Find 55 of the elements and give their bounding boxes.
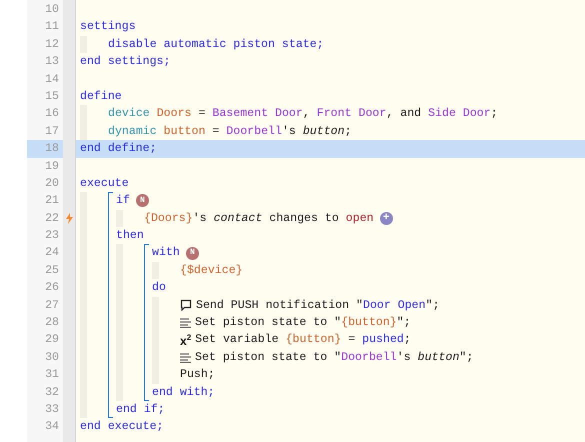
code-text: do	[152, 280, 166, 296]
text-lines-icon	[180, 318, 191, 328]
line-number: 31	[44, 367, 60, 384]
code-text: Push;	[180, 367, 215, 384]
code-text: end if;	[116, 402, 165, 418]
line-number: 34	[44, 419, 60, 436]
line-number: 32	[44, 384, 60, 401]
code-text: with	[152, 245, 180, 262]
code-text: then	[116, 228, 144, 244]
line-number: 18	[27, 140, 63, 158]
code-text: dynamic button = Doorbell's button;	[108, 124, 352, 140]
line-number: 24	[44, 245, 60, 262]
line-number: 14	[44, 72, 60, 88]
line-number: 21	[44, 193, 60, 210]
code-text: disable automatic piston state;	[108, 36, 324, 53]
line-number: 12	[44, 36, 60, 53]
line-number: 16	[44, 106, 60, 122]
line-number: 10	[44, 2, 60, 18]
line-number: 33	[44, 402, 60, 418]
variable-icon: x$^{2}$	[180, 329, 192, 351]
line-number: 17	[44, 124, 60, 140]
code-text: execute	[80, 176, 129, 192]
code-text: define	[80, 88, 122, 105]
code-text: device Doors = Basement Door, Front Door, and Side Door;	[108, 106, 498, 122]
code-text: end with;	[152, 384, 215, 401]
line-number: 25	[44, 262, 60, 279]
line-number: 19	[44, 158, 60, 175]
code-text: {Doors}'s contact changes to open	[144, 210, 374, 227]
text-lines-icon	[180, 352, 191, 362]
code-text: end define;	[80, 141, 157, 158]
line-number: 22	[44, 210, 60, 227]
badge[interactable]: N	[186, 246, 199, 260]
code-text: Set piston state to "{button}";	[195, 315, 411, 332]
line-number: 27	[44, 298, 60, 314]
line-number: 13	[44, 54, 60, 70]
line-number: 15	[44, 88, 60, 105]
speech-bubble-icon	[180, 299, 192, 312]
line-number: 26	[44, 280, 60, 296]
code-text: Set variable {button} = pushed;	[195, 332, 411, 348]
code-text: {$device}	[180, 262, 243, 279]
code-text: end execute;	[80, 419, 164, 436]
lightning-icon	[66, 212, 72, 224]
badge[interactable]: N	[136, 194, 149, 208]
code-text: settings	[80, 19, 136, 36]
add-button[interactable]: +	[380, 212, 393, 225]
code-text: if	[116, 193, 130, 210]
line-number: 30	[44, 350, 60, 366]
line-number: 28	[44, 315, 60, 332]
line-number: 11	[44, 19, 60, 36]
line-number: 23	[44, 228, 60, 244]
line-number: 29	[44, 332, 60, 348]
code-text: end settings;	[80, 54, 170, 70]
line-number: 20	[44, 176, 60, 192]
code-text: Send PUSH notification "Door Open";	[196, 298, 440, 314]
code-text: Set piston state to "Doorbell's button";	[195, 350, 474, 366]
